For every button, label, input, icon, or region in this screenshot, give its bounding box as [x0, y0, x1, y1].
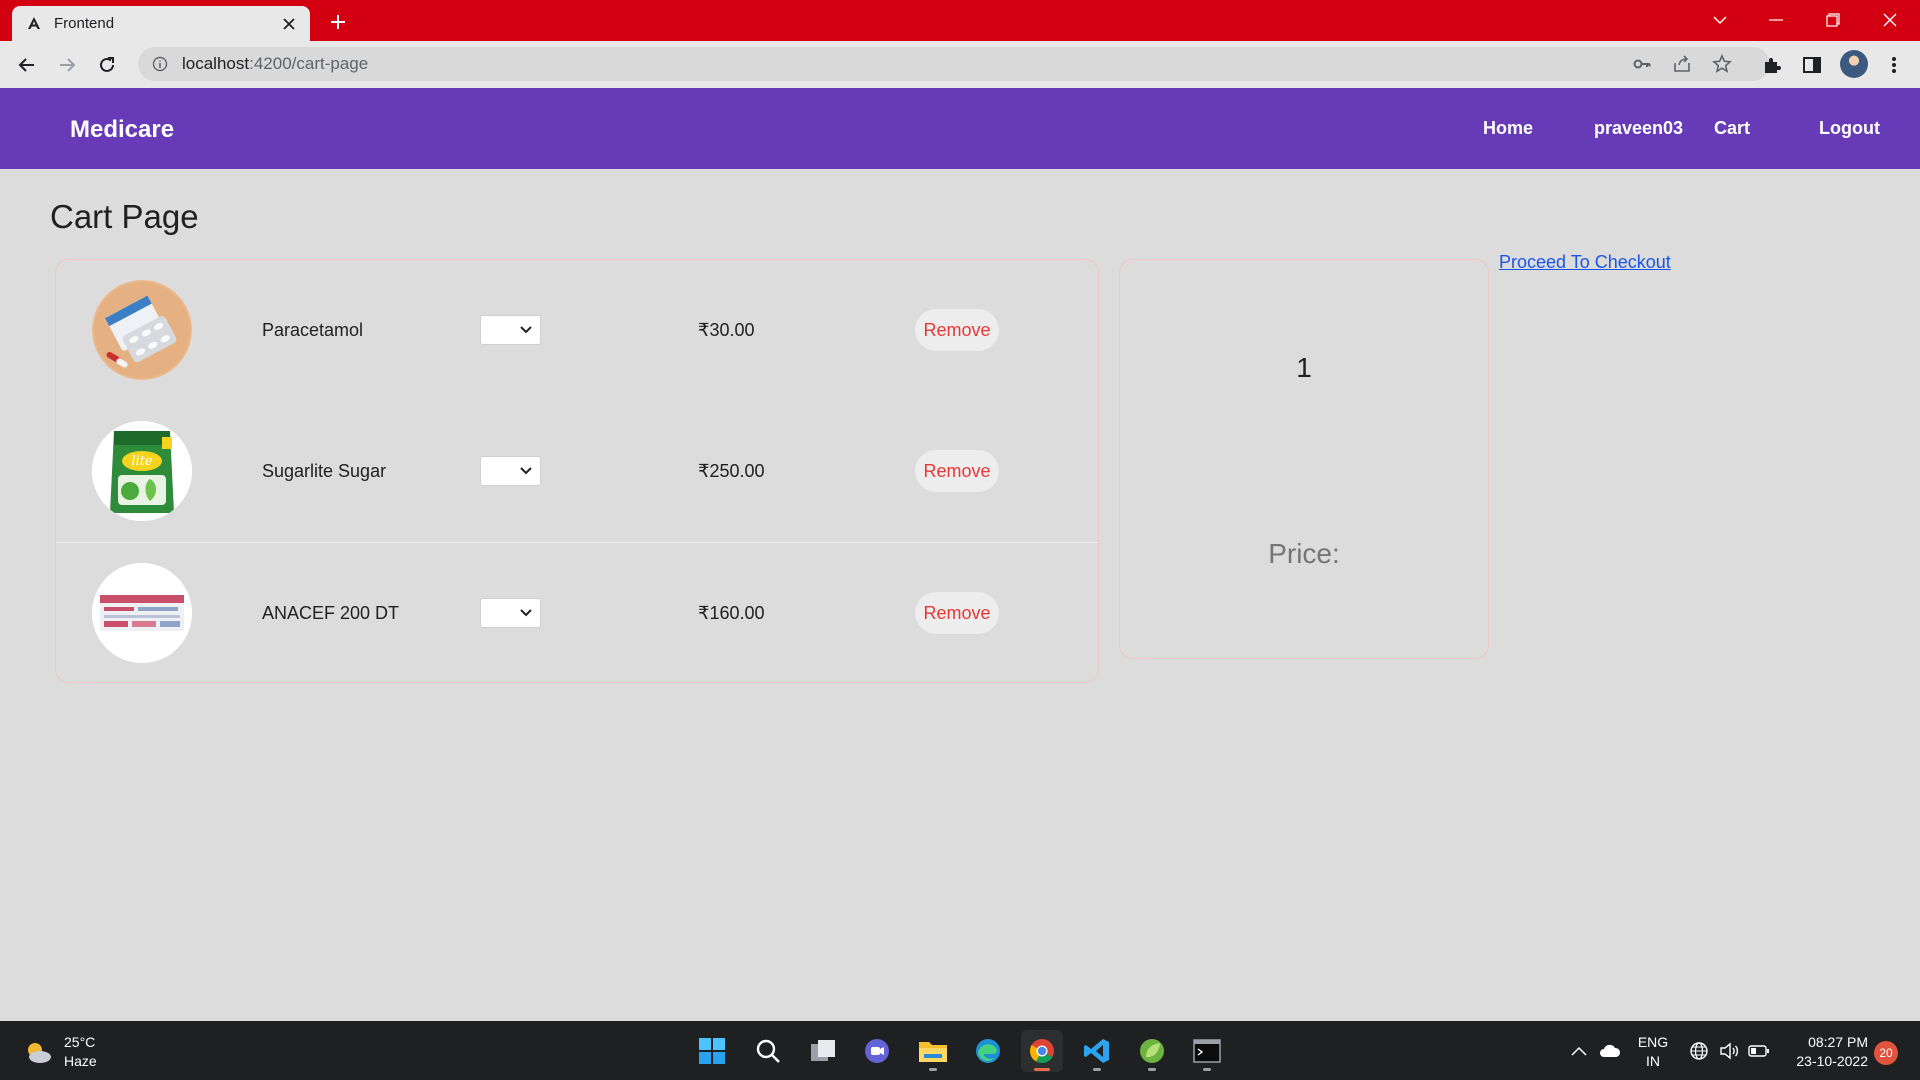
terminal-icon[interactable]: [1186, 1030, 1228, 1072]
browser-tab[interactable]: Frontend: [12, 6, 310, 41]
proceed-to-checkout-link[interactable]: Proceed To Checkout: [1499, 252, 1671, 273]
clock-date: 23-10-2022: [1796, 1053, 1868, 1069]
weather-haze-icon: [22, 1036, 54, 1068]
svg-text:lite: lite: [131, 454, 153, 469]
product-name: Paracetamol: [262, 320, 364, 340]
tab-title: Frontend: [54, 15, 115, 32]
address-bar[interactable]: localhost:4200/cart-page: [138, 47, 1770, 81]
cart-items-card: Paracetamol ₹30.00 Remove lite Sugarlite…: [55, 259, 1099, 683]
minimize-icon[interactable]: [1756, 6, 1796, 34]
remove-button[interactable]: Remove: [915, 309, 999, 351]
tray-chevron-up-icon[interactable]: [1568, 1040, 1590, 1062]
chevron-down-icon: [520, 326, 532, 334]
side-panel-icon[interactable]: [1800, 53, 1824, 77]
task-view-icon[interactable]: [802, 1030, 844, 1072]
volume-icon[interactable]: [1718, 1040, 1740, 1062]
notification-badge[interactable]: 20: [1874, 1041, 1898, 1065]
teams-chat-icon[interactable]: [856, 1030, 898, 1072]
url-host: localhost: [182, 54, 250, 73]
angular-icon: [26, 16, 42, 32]
chevron-down-icon: [520, 609, 532, 617]
nav-user[interactable]: praveen03: [1594, 118, 1683, 139]
nav-cart[interactable]: Cart: [1714, 118, 1750, 139]
more-menu-icon[interactable]: [1882, 53, 1906, 77]
chrome-browser-icon[interactable]: [1021, 1030, 1063, 1072]
cart-summary-card: 1 Price:: [1119, 259, 1489, 659]
weather-desc: Haze: [64, 1053, 97, 1069]
onedrive-cloud-icon[interactable]: [1599, 1040, 1621, 1062]
weather-temp: 25°C: [64, 1034, 96, 1050]
share-icon[interactable]: [1672, 54, 1692, 74]
network-globe-icon[interactable]: [1688, 1040, 1710, 1062]
vscode-icon[interactable]: [1076, 1030, 1118, 1072]
cart-item-row: ANACEF 200 DT ₹160.00 Remove: [56, 542, 1098, 683]
remove-button[interactable]: Remove: [915, 450, 999, 492]
close-tab-icon[interactable]: [280, 15, 298, 33]
cart-item-row: lite Sugarlite Sugar ₹250.00 Remove: [56, 401, 1098, 542]
browser-tab-strip: Frontend: [0, 0, 1920, 41]
cart-item-row: Paracetamol ₹30.00 Remove: [56, 260, 1098, 401]
back-icon[interactable]: [13, 51, 41, 79]
windows-taskbar: 25°C Haze ENG IN 08:27 PM 23-10-2022 20: [0, 1021, 1920, 1080]
product-name: ANACEF 200 DT: [262, 603, 400, 623]
summary-price-label: Price:: [1268, 538, 1340, 569]
product-price: ₹250.00: [698, 461, 765, 481]
brand-logo[interactable]: Medicare: [70, 116, 174, 144]
quantity-select[interactable]: [480, 315, 541, 345]
weather-widget[interactable]: 25°C Haze: [22, 1033, 97, 1071]
chevron-down-icon: [520, 467, 532, 475]
search-icon[interactable]: [747, 1030, 789, 1072]
extensions-puzzle-icon[interactable]: [1760, 53, 1784, 77]
url-text: localhost:4200/cart-page: [182, 54, 368, 74]
quantity-select[interactable]: [480, 598, 541, 628]
nav-logout[interactable]: Logout: [1819, 118, 1880, 139]
tab-search-icon[interactable]: [1700, 6, 1740, 34]
browser-toolbar: localhost:4200/cart-page: [0, 41, 1920, 88]
site-info-icon[interactable]: [150, 54, 170, 74]
app-navbar: Medicare Home praveen03 Cart Logout: [0, 88, 1920, 169]
reload-icon[interactable]: [93, 51, 121, 79]
profile-avatar[interactable]: [1840, 50, 1868, 78]
battery-icon[interactable]: [1748, 1040, 1770, 1062]
product-image-anacef: [92, 563, 192, 663]
close-window-icon[interactable]: [1870, 6, 1910, 34]
product-image-sugarlite: lite: [92, 421, 192, 521]
product-image-paracetamol: [92, 280, 192, 380]
edge-browser-icon[interactable]: [967, 1030, 1009, 1072]
url-path: :4200/cart-page: [249, 54, 369, 73]
lang-top: ENG: [1637, 1034, 1669, 1050]
product-price: ₹30.00: [698, 320, 755, 340]
product-name: Sugarlite Sugar: [262, 461, 387, 481]
system-clock[interactable]: 08:27 PM 23-10-2022: [1786, 1033, 1868, 1071]
product-price: ₹160.00: [698, 603, 765, 623]
clock-time: 08:27 PM: [1808, 1034, 1868, 1050]
password-key-icon[interactable]: [1632, 54, 1652, 74]
restore-icon[interactable]: [1813, 6, 1853, 34]
nav-home[interactable]: Home: [1483, 118, 1533, 139]
summary-count: 1: [1296, 352, 1312, 383]
windows-start-icon[interactable]: [691, 1030, 733, 1072]
bookmark-star-icon[interactable]: [1712, 54, 1732, 74]
quantity-select[interactable]: [480, 456, 541, 486]
lang-bottom: IN: [1646, 1053, 1660, 1069]
remove-button[interactable]: Remove: [915, 592, 999, 634]
page-title: Cart Page: [50, 198, 199, 235]
language-indicator[interactable]: ENG IN: [1636, 1033, 1670, 1071]
forward-icon[interactable]: [53, 51, 81, 79]
file-explorer-icon[interactable]: [912, 1030, 954, 1072]
new-tab-icon[interactable]: [326, 10, 350, 34]
spring-tool-icon[interactable]: [1131, 1030, 1173, 1072]
